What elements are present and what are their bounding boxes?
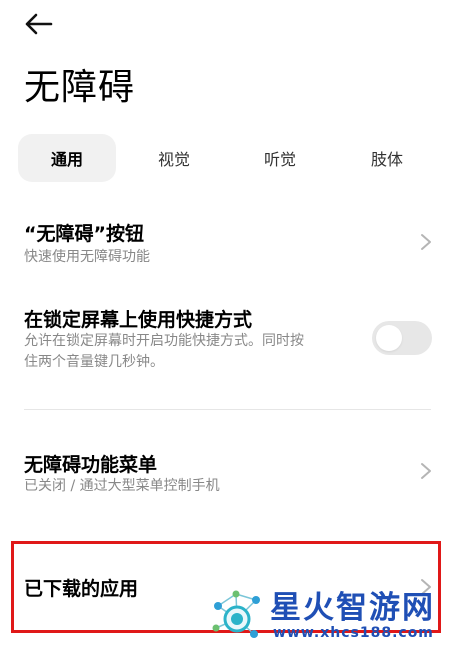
watermark-url: www.xhcs188.com <box>273 625 434 641</box>
lockscreen-shortcut-toggle[interactable] <box>372 321 432 355</box>
watermark-name: 星火智游网 <box>270 590 435 626</box>
watermark-logo-icon <box>212 590 260 638</box>
chevron-right-icon <box>421 463 431 479</box>
tab-bar: 通用 视觉 听觉 肢体 <box>18 134 438 182</box>
tab-vision[interactable]: 视觉 <box>126 134 222 182</box>
accessibility-button-row[interactable]: “无障碍”按钮 快速使用无障碍功能 <box>0 210 455 276</box>
tab-physical[interactable]: 肢体 <box>338 134 436 182</box>
tab-hearing[interactable]: 听觉 <box>232 134 328 182</box>
back-button[interactable] <box>18 6 58 42</box>
divider <box>24 409 431 410</box>
page-title: 无障碍 <box>24 67 136 108</box>
row-subtitle-line1: 允许在锁定屏幕时开启功能快捷方式。同时按 <box>24 333 304 349</box>
accessibility-menu-row[interactable]: 无障碍功能菜单 已关闭 / 通过大型菜单控制手机 <box>0 438 455 504</box>
row-subtitle: 已关闭 / 通过大型菜单控制手机 <box>24 478 220 494</box>
row-subtitle-line2: 住两个音量键几秒钟。 <box>24 354 164 370</box>
row-title: “无障碍”按钮 <box>24 223 144 245</box>
row-subtitle: 快速使用无障碍功能 <box>24 249 150 265</box>
arrow-left-icon <box>25 13 53 35</box>
chevron-right-icon <box>421 234 431 250</box>
tab-general[interactable]: 通用 <box>18 134 116 182</box>
row-title: 无障碍功能菜单 <box>24 454 158 476</box>
row-title: 在锁定屏幕上使用快捷方式 <box>24 309 253 331</box>
toggle-knob <box>376 325 402 351</box>
lockscreen-shortcut-row: 在锁定屏幕上使用快捷方式 允许在锁定屏幕时开启功能快捷方式。同时按 住两个音量键… <box>0 296 455 386</box>
